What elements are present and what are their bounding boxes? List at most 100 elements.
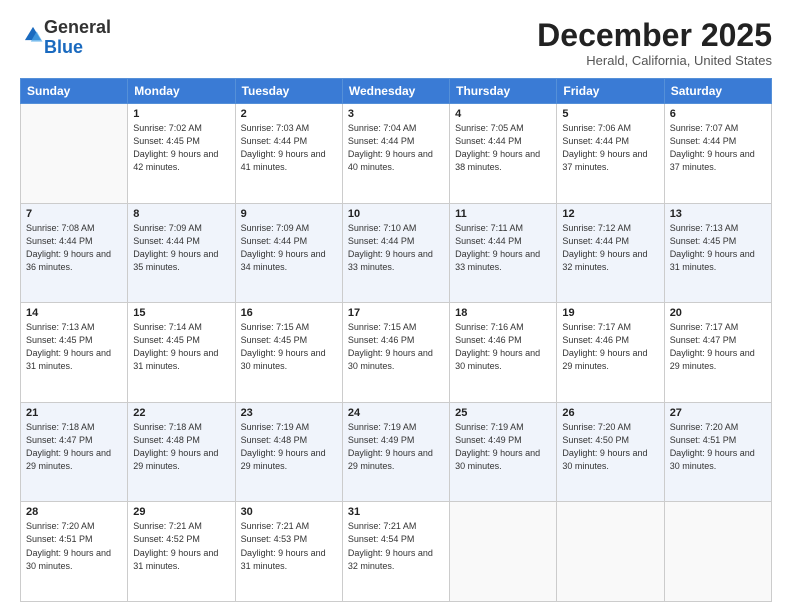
calendar-day-cell: 9 Sunrise: 7:09 AM Sunset: 4:44 PM Daylig…: [235, 203, 342, 303]
day-detail: Sunrise: 7:08 AM Sunset: 4:44 PM Dayligh…: [26, 222, 122, 274]
day-number: 6: [670, 108, 766, 120]
calendar-day-cell: 23 Sunrise: 7:19 AM Sunset: 4:48 PM Dayli…: [235, 402, 342, 502]
calendar-day-cell: 21Sunrise: 7:18 AM Sunset: 4:47 PM Dayli…: [21, 402, 128, 502]
day-number: 31: [348, 506, 444, 518]
day-detail: Sunrise: 7:05 AM Sunset: 4:44 PM Dayligh…: [455, 122, 551, 174]
logo-general: General: [44, 17, 111, 37]
day-detail: Sunrise: 7:03 AM Sunset: 4:44 PM Dayligh…: [241, 122, 337, 174]
day-detail: Sunrise: 7:19 AM Sunset: 4:48 PM Dayligh…: [241, 421, 337, 473]
calendar-day-cell: 28 Sunrise: 7:20 AM Sunset: 4:51 PM Dayli…: [21, 502, 128, 602]
calendar-day-cell: 7 Sunrise: 7:08 AM Sunset: 4:44 PM Daylig…: [21, 203, 128, 303]
calendar-day-cell: 19Sunrise: 7:17 AM Sunset: 4:46 PM Dayli…: [557, 303, 664, 403]
calendar-day-cell: 11Sunrise: 7:11 AM Sunset: 4:44 PM Dayli…: [450, 203, 557, 303]
day-detail: Sunrise: 7:18 AM Sunset: 4:48 PM Dayligh…: [133, 421, 229, 473]
calendar-day-cell: 6 Sunrise: 7:07 AM Sunset: 4:44 PM Daylig…: [664, 104, 771, 204]
day-number: 7: [26, 208, 122, 220]
day-number: 17: [348, 307, 444, 319]
calendar-day-cell: 4 Sunrise: 7:05 AM Sunset: 4:44 PM Daylig…: [450, 104, 557, 204]
day-number: 3: [348, 108, 444, 120]
day-detail: Sunrise: 7:09 AM Sunset: 4:44 PM Dayligh…: [133, 222, 229, 274]
day-number: 13: [670, 208, 766, 220]
logo-text: General Blue: [44, 18, 111, 58]
day-number: 12: [562, 208, 658, 220]
day-detail: Sunrise: 7:04 AM Sunset: 4:44 PM Dayligh…: [348, 122, 444, 174]
calendar-day-cell: 1Sunrise: 7:02 AM Sunset: 4:45 PM Daylig…: [128, 104, 235, 204]
calendar-day-cell: 12 Sunrise: 7:12 AM Sunset: 4:44 PM Dayli…: [557, 203, 664, 303]
weekday-header: Saturday: [664, 79, 771, 104]
calendar-day-cell: 17 Sunrise: 7:15 AM Sunset: 4:46 PM Dayli…: [342, 303, 449, 403]
calendar-day-cell: 2 Sunrise: 7:03 AM Sunset: 4:44 PM Daylig…: [235, 104, 342, 204]
day-detail: Sunrise: 7:16 AM Sunset: 4:46 PM Dayligh…: [455, 321, 551, 373]
calendar-day-cell: 14 Sunrise: 7:13 AM Sunset: 4:45 PM Dayli…: [21, 303, 128, 403]
calendar-week-row: 21Sunrise: 7:18 AM Sunset: 4:47 PM Dayli…: [21, 402, 772, 502]
calendar-day-cell: 27 Sunrise: 7:20 AM Sunset: 4:51 PM Dayli…: [664, 402, 771, 502]
day-number: 27: [670, 407, 766, 419]
day-detail: Sunrise: 7:06 AM Sunset: 4:44 PM Dayligh…: [562, 122, 658, 174]
day-number: 11: [455, 208, 551, 220]
day-detail: Sunrise: 7:15 AM Sunset: 4:46 PM Dayligh…: [348, 321, 444, 373]
day-number: 4: [455, 108, 551, 120]
calendar-day-cell: 18Sunrise: 7:16 AM Sunset: 4:46 PM Dayli…: [450, 303, 557, 403]
day-detail: Sunrise: 7:20 AM Sunset: 4:51 PM Dayligh…: [26, 520, 122, 572]
day-detail: Sunrise: 7:10 AM Sunset: 4:44 PM Dayligh…: [348, 222, 444, 274]
calendar-day-cell: 15 Sunrise: 7:14 AM Sunset: 4:45 PM Dayli…: [128, 303, 235, 403]
calendar-day-cell: 8 Sunrise: 7:09 AM Sunset: 4:44 PM Daylig…: [128, 203, 235, 303]
day-detail: Sunrise: 7:12 AM Sunset: 4:44 PM Dayligh…: [562, 222, 658, 274]
day-number: 20: [670, 307, 766, 319]
day-number: 9: [241, 208, 337, 220]
calendar-day-cell: 31 Sunrise: 7:21 AM Sunset: 4:54 PM Dayli…: [342, 502, 449, 602]
calendar-day-cell: 20Sunrise: 7:17 AM Sunset: 4:47 PM Dayli…: [664, 303, 771, 403]
day-number: 8: [133, 208, 229, 220]
calendar-week-row: 7 Sunrise: 7:08 AM Sunset: 4:44 PM Daylig…: [21, 203, 772, 303]
weekday-header: Monday: [128, 79, 235, 104]
calendar-day-cell: 3 Sunrise: 7:04 AM Sunset: 4:44 PM Daylig…: [342, 104, 449, 204]
weekday-header: Thursday: [450, 79, 557, 104]
day-number: 1: [133, 108, 229, 120]
logo-blue: Blue: [44, 37, 83, 57]
calendar-day-cell: 30Sunrise: 7:21 AM Sunset: 4:53 PM Dayli…: [235, 502, 342, 602]
day-number: 15: [133, 307, 229, 319]
day-detail: Sunrise: 7:14 AM Sunset: 4:45 PM Dayligh…: [133, 321, 229, 373]
header: General Blue December 2025 Herald, Calif…: [20, 18, 772, 68]
day-detail: Sunrise: 7:20 AM Sunset: 4:51 PM Dayligh…: [670, 421, 766, 473]
day-detail: Sunrise: 7:13 AM Sunset: 4:45 PM Dayligh…: [26, 321, 122, 373]
day-number: 26: [562, 407, 658, 419]
calendar-day-cell: 10 Sunrise: 7:10 AM Sunset: 4:44 PM Dayli…: [342, 203, 449, 303]
day-number: 24: [348, 407, 444, 419]
calendar-day-cell: 16Sunrise: 7:15 AM Sunset: 4:45 PM Dayli…: [235, 303, 342, 403]
day-number: 10: [348, 208, 444, 220]
day-detail: Sunrise: 7:21 AM Sunset: 4:54 PM Dayligh…: [348, 520, 444, 572]
day-detail: Sunrise: 7:21 AM Sunset: 4:53 PM Dayligh…: [241, 520, 337, 572]
day-number: 19: [562, 307, 658, 319]
title-block: December 2025 Herald, California, United…: [537, 18, 772, 68]
weekday-header: Tuesday: [235, 79, 342, 104]
day-number: 28: [26, 506, 122, 518]
calendar-day-cell: 26Sunrise: 7:20 AM Sunset: 4:50 PM Dayli…: [557, 402, 664, 502]
day-number: 23: [241, 407, 337, 419]
page: General Blue December 2025 Herald, Calif…: [0, 0, 792, 612]
calendar-day-cell: [664, 502, 771, 602]
weekday-header: Friday: [557, 79, 664, 104]
calendar-day-cell: [557, 502, 664, 602]
day-number: 29: [133, 506, 229, 518]
calendar-day-cell: 25Sunrise: 7:19 AM Sunset: 4:49 PM Dayli…: [450, 402, 557, 502]
calendar-day-cell: [450, 502, 557, 602]
calendar-week-row: 1Sunrise: 7:02 AM Sunset: 4:45 PM Daylig…: [21, 104, 772, 204]
logo: General Blue: [20, 18, 111, 58]
day-number: 5: [562, 108, 658, 120]
location: Herald, California, United States: [537, 53, 772, 68]
day-detail: Sunrise: 7:13 AM Sunset: 4:45 PM Dayligh…: [670, 222, 766, 274]
day-detail: Sunrise: 7:07 AM Sunset: 4:44 PM Dayligh…: [670, 122, 766, 174]
calendar-day-cell: [21, 104, 128, 204]
day-detail: Sunrise: 7:19 AM Sunset: 4:49 PM Dayligh…: [348, 421, 444, 473]
weekday-header: Sunday: [21, 79, 128, 104]
day-number: 14: [26, 307, 122, 319]
calendar-week-row: 14 Sunrise: 7:13 AM Sunset: 4:45 PM Dayli…: [21, 303, 772, 403]
day-number: 2: [241, 108, 337, 120]
day-number: 22: [133, 407, 229, 419]
day-detail: Sunrise: 7:09 AM Sunset: 4:44 PM Dayligh…: [241, 222, 337, 274]
calendar-header-row: SundayMondayTuesdayWednesdayThursdayFrid…: [21, 79, 772, 104]
day-detail: Sunrise: 7:21 AM Sunset: 4:52 PM Dayligh…: [133, 520, 229, 572]
calendar-day-cell: 22 Sunrise: 7:18 AM Sunset: 4:48 PM Dayli…: [128, 402, 235, 502]
month-title: December 2025: [537, 18, 772, 53]
